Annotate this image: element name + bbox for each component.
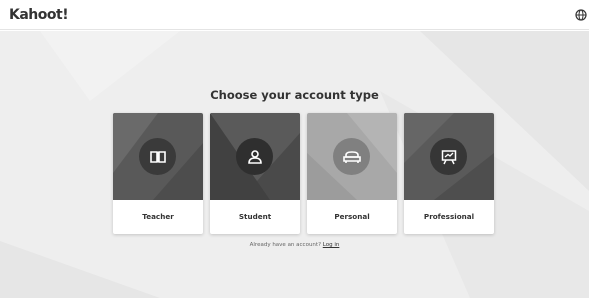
card-media <box>210 113 300 200</box>
account-card-professional[interactable]: Professional <box>404 113 494 234</box>
card-icon-circle <box>333 138 370 175</box>
kahoot-logo[interactable]: Kahoot! <box>9 7 69 23</box>
signin-prompt: Already have an account? Log in <box>0 242 589 248</box>
page-title: Choose your account type <box>210 88 379 102</box>
card-icon-circle <box>236 138 273 175</box>
sofa-icon <box>342 150 361 163</box>
account-card-student[interactable]: Student <box>210 113 300 234</box>
globe-icon[interactable] <box>575 9 587 21</box>
card-label: Student <box>238 212 272 221</box>
card-icon-circle <box>139 138 176 175</box>
page: Kahoot! Choose your account type Teacher… <box>0 0 589 298</box>
card-media <box>404 113 494 200</box>
person-icon <box>247 149 262 164</box>
card-label: Teacher <box>142 212 174 221</box>
account-card-teacher[interactable]: Teacher <box>113 113 203 234</box>
card-media <box>113 113 203 200</box>
presentation-board-icon <box>441 149 456 164</box>
book-icon <box>149 150 166 163</box>
login-link[interactable]: Log in <box>323 242 340 248</box>
signin-prompt-text: Already have an account? <box>249 242 321 248</box>
card-label: Personal <box>334 212 370 221</box>
card-media <box>307 113 397 200</box>
top-bar: Kahoot! <box>0 0 589 30</box>
card-label: Professional <box>423 212 475 221</box>
account-card-personal[interactable]: Personal <box>307 113 397 234</box>
card-icon-circle <box>430 138 467 175</box>
